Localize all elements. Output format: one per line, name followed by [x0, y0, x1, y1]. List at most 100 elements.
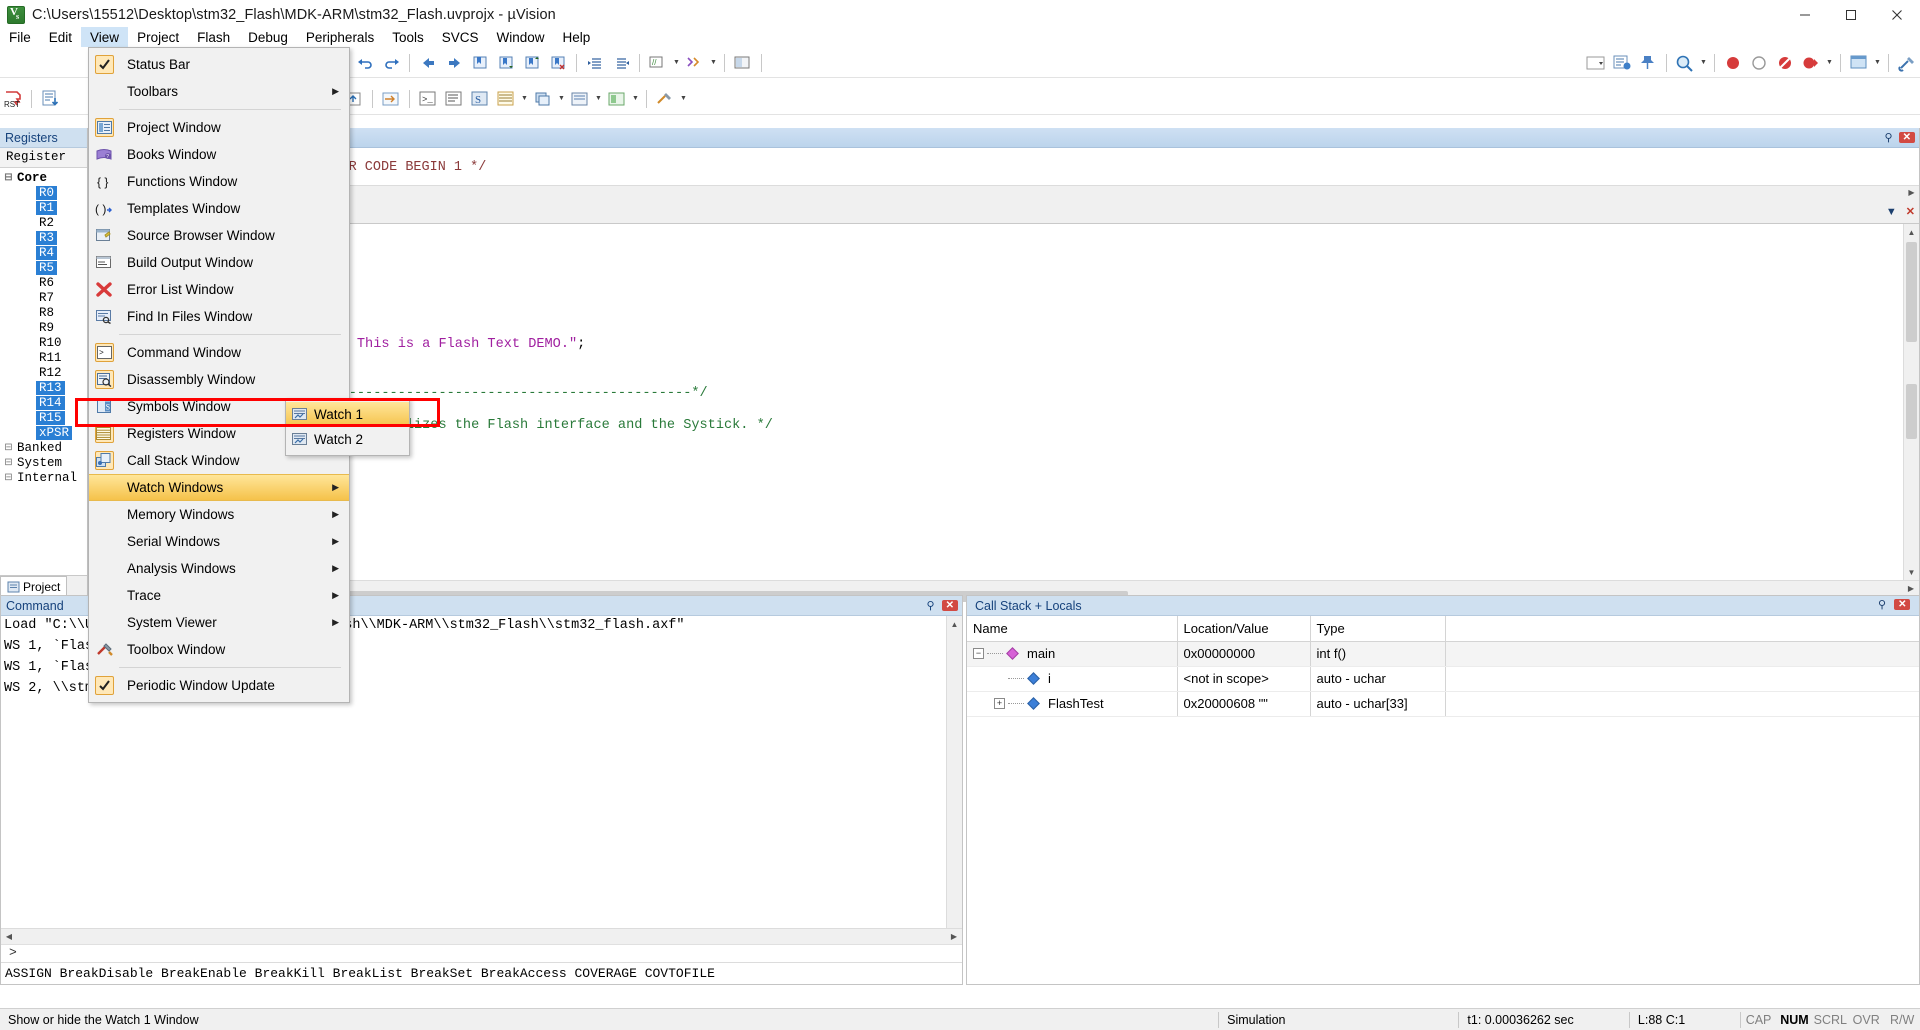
view-menu-item-toolbox-window[interactable]: Toolbox Window: [89, 636, 349, 663]
watch-dropdown-icon[interactable]: ▼: [593, 88, 604, 110]
col-location[interactable]: Location/Value: [1177, 616, 1311, 642]
menu-help[interactable]: Help: [554, 27, 600, 47]
editor-hscrollbar[interactable]: ◀ ▶: [90, 580, 1919, 602]
tree-expand-icon[interactable]: +: [994, 698, 1005, 709]
call-stack-close-icon[interactable]: ✕: [1894, 599, 1911, 610]
tree-expander-icon[interactable]: ⊟: [3, 442, 14, 454]
pin-toolbar-icon[interactable]: [1636, 52, 1660, 74]
target-options-icon[interactable]: [1610, 52, 1634, 74]
register-row[interactable]: ⊟ Internal: [0, 470, 87, 485]
reset-cpu-icon[interactable]: RST: [1, 88, 25, 110]
memory-dropdown-icon[interactable]: ▼: [630, 88, 641, 110]
view-menu-item-toolbars[interactable]: Toolbars ▶: [89, 78, 349, 105]
call-stack-toolbar-icon[interactable]: [531, 88, 555, 110]
menu-peripherals[interactable]: Peripherals: [297, 27, 383, 47]
redo-icon[interactable]: [379, 52, 403, 74]
register-row[interactable]: R7: [0, 290, 87, 305]
registers-toolbar-icon[interactable]: [494, 88, 518, 110]
bookmark-next-icon[interactable]: [520, 52, 544, 74]
zoom-icon[interactable]: [1673, 52, 1697, 74]
mixed-view-icon[interactable]: [683, 52, 707, 74]
command-input[interactable]: >: [1, 944, 962, 962]
view-menu-item-memory-windows[interactable]: Memory Windows ▶: [89, 501, 349, 528]
view-menu-item-trace[interactable]: Trace ▶: [89, 582, 349, 609]
record-icon[interactable]: [1721, 52, 1745, 74]
breakpoints-dropdown-icon[interactable]: ▼: [1824, 52, 1835, 74]
nav-forward-icon[interactable]: [442, 52, 466, 74]
menu-file[interactable]: File: [0, 27, 40, 47]
window-layout-icon[interactable]: [1847, 52, 1871, 74]
command-hscroll-left-icon[interactable]: ◀: [1, 932, 17, 941]
tree-expander-icon[interactable]: ⊟: [3, 457, 14, 469]
comment-icon[interactable]: //: [646, 52, 670, 74]
register-row[interactable]: R0: [0, 185, 87, 200]
col-name[interactable]: Name: [967, 616, 1178, 642]
view-menu-item-templates-window[interactable]: ( ) Templates Window: [89, 195, 349, 222]
editor-vscrollbar[interactable]: ▲ ▼: [1903, 224, 1919, 580]
register-row[interactable]: R11: [0, 350, 87, 365]
undo-icon[interactable]: [353, 52, 377, 74]
vscroll-thumb[interactable]: [1906, 242, 1917, 342]
menu-tools[interactable]: Tools: [383, 27, 433, 47]
register-row[interactable]: ⊟ Banked: [0, 440, 87, 455]
kill-breakpoints-icon[interactable]: [1799, 52, 1823, 74]
watch-toolbar-icon[interactable]: [568, 88, 592, 110]
register-row[interactable]: R6: [0, 275, 87, 290]
tree-expander-icon[interactable]: ⊟: [3, 172, 14, 184]
indent-icon[interactable]: [583, 52, 607, 74]
call-stack-dropdown-icon[interactable]: ▼: [556, 88, 567, 110]
view-menu-item-serial-windows[interactable]: Serial Windows ▶: [89, 528, 349, 555]
command-scroll-up-icon[interactable]: ▲: [947, 616, 962, 632]
zoom-dropdown-icon[interactable]: ▼: [1698, 52, 1709, 74]
tree-collapse-icon[interactable]: −: [973, 648, 984, 659]
watch-submenu-item-watch-1[interactable]: Watch 1: [286, 402, 409, 427]
dropdown-selector-icon[interactable]: [1584, 52, 1608, 74]
register-row[interactable]: R8: [0, 305, 87, 320]
mixed-view-dropdown-icon[interactable]: ▼: [708, 52, 719, 74]
table-row[interactable]: i <not in scope> auto - uchar: [967, 666, 1919, 692]
register-row[interactable]: R12: [0, 365, 87, 380]
view-menu-item-functions-window[interactable]: { } Functions Window: [89, 168, 349, 195]
command-hscrollbar[interactable]: ◀ ▶: [1, 928, 962, 944]
table-row[interactable]: − main 0x00000000 int f(): [967, 641, 1919, 667]
menu-debug[interactable]: Debug: [239, 27, 297, 47]
show-next-statement-icon[interactable]: [379, 88, 403, 110]
register-row[interactable]: R9: [0, 320, 87, 335]
command-hscroll-right-icon[interactable]: ▶: [946, 932, 962, 941]
watch-submenu-item-watch-2[interactable]: Watch 2: [286, 427, 409, 452]
comment-dropdown-icon[interactable]: ▼: [671, 52, 682, 74]
analysis-dropdown-icon[interactable]: ▼: [678, 88, 689, 110]
bookmark-toggle-icon[interactable]: [468, 52, 492, 74]
disable-breakpoints-icon[interactable]: [1773, 52, 1797, 74]
view-menu-item-error-list-window[interactable]: Error List Window: [89, 276, 349, 303]
menu-view[interactable]: View: [81, 27, 129, 47]
pin-icon[interactable]: ⚲: [1885, 131, 1893, 144]
table-row[interactable]: + FlashTest 0x20000608 "" auto - uchar[33]: [967, 691, 1919, 717]
disassembly-toolbar-icon[interactable]: [442, 88, 466, 110]
bookmark-clear-icon[interactable]: [546, 52, 570, 74]
symbols-toolbar-icon[interactable]: S: [468, 88, 492, 110]
view-menu-item-find-in-files-window[interactable]: Find In Files Window: [89, 303, 349, 330]
register-row[interactable]: R1: [0, 200, 87, 215]
scroll-right-icon[interactable]: ▶: [1904, 188, 1919, 198]
menu-flash[interactable]: Flash: [188, 27, 239, 47]
register-row[interactable]: R15: [0, 410, 87, 425]
upper-hscrollbar[interactable]: ▶: [90, 185, 1919, 200]
menu-edit[interactable]: Edit: [40, 27, 81, 47]
vscroll-thumb-secondary[interactable]: [1906, 384, 1917, 439]
tab-close-icon[interactable]: ✕: [1906, 205, 1915, 218]
view-menu-item-project-window[interactable]: Project Window: [89, 114, 349, 141]
config-wizard-icon[interactable]: [731, 52, 755, 74]
outdent-icon[interactable]: [609, 52, 633, 74]
close-doc-icon[interactable]: ✕: [1898, 132, 1915, 143]
command-window-toolbar-icon[interactable]: >_: [416, 88, 440, 110]
registers-tree[interactable]: ⊟ Core R0 R1 R2 R3 R4 R5 R6 R7 R8 R9 R10 R11 R12 R13 R14…: [0, 168, 87, 575]
view-menu-item-periodic-window-update[interactable]: Periodic Window Update: [89, 672, 349, 699]
command-vscrollbar[interactable]: ▲ ▼: [946, 616, 962, 944]
view-menu-item-watch-windows[interactable]: Watch Windows ▶: [89, 474, 349, 501]
register-row[interactable]: R14: [0, 395, 87, 410]
view-menu-item-books-window[interactable]: ? Books Window: [89, 141, 349, 168]
register-row[interactable]: R5: [0, 260, 87, 275]
configure-icon[interactable]: [1895, 52, 1919, 74]
view-menu-item-disassembly-window[interactable]: Disassembly Window: [89, 366, 349, 393]
